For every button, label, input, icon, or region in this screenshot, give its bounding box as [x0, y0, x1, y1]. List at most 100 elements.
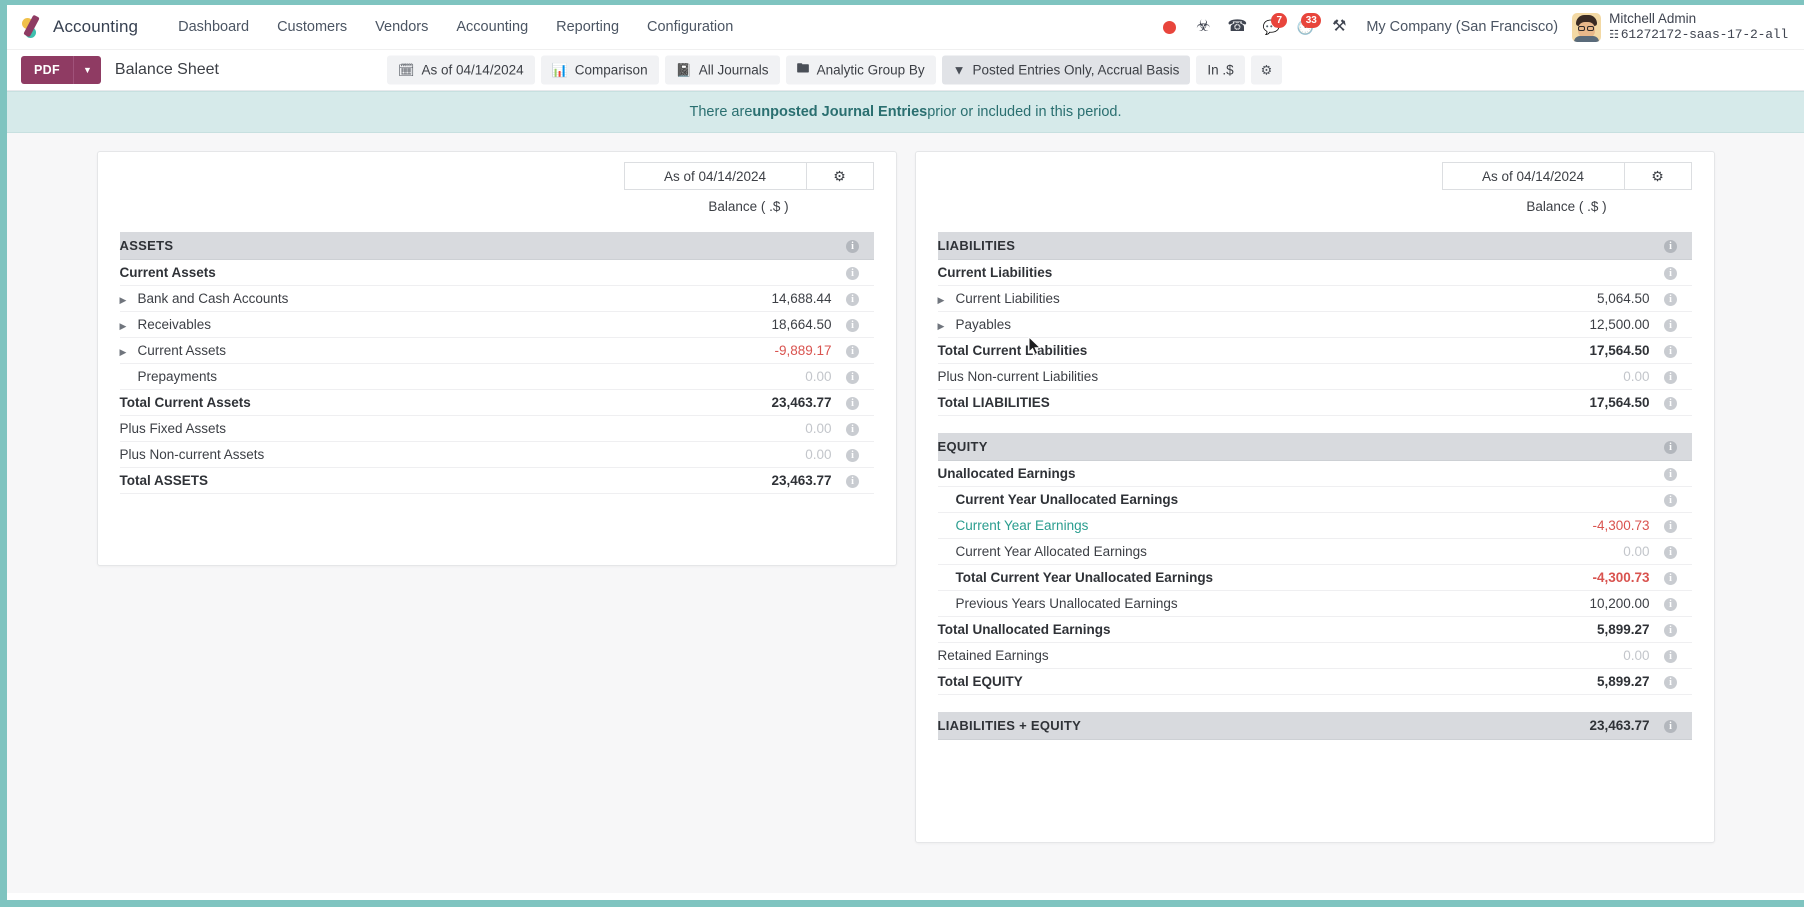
table-row: Total Unallocated Earnings5,899.27i [938, 616, 1692, 642]
info-icon[interactable]: i [1664, 546, 1677, 559]
filter-comparison[interactable]: 📊 Comparison [541, 56, 659, 85]
row-label-cell: Total Unallocated Earnings [938, 616, 1480, 642]
info-icon[interactable]: i [1664, 650, 1677, 663]
table-row[interactable]: ▶Bank and Cash Accounts14,688.44i [120, 285, 874, 311]
report-settings-button[interactable]: ⚙ [1251, 56, 1283, 85]
pdf-export-button[interactable]: PDF [21, 56, 73, 84]
company-switcher[interactable]: My Company (San Francisco) [1356, 19, 1572, 35]
info-icon[interactable]: i [1664, 319, 1677, 332]
row-label-cell[interactable]: ▶Bank and Cash Accounts [120, 285, 662, 311]
database-icon: ☷ [1609, 30, 1619, 42]
voip-button[interactable]: ☎ [1220, 12, 1254, 42]
info-icon[interactable]: i [1664, 720, 1677, 733]
user-menu[interactable]: Mitchell Admin ☷61272172-saas-17-2-all [1572, 11, 1790, 44]
row-label: Current Liabilities [956, 291, 1060, 306]
row-value-cell: 10,200.00 [1480, 590, 1650, 616]
info-icon[interactable]: i [1664, 293, 1677, 306]
row-info-cell: i [1650, 616, 1692, 642]
row-info-cell: i [1650, 564, 1692, 590]
table-row[interactable]: ▶Current Liabilities5,064.50i [938, 285, 1692, 311]
info-icon[interactable]: i [846, 371, 859, 384]
menu-item-customers[interactable]: Customers [263, 13, 361, 41]
table-row[interactable]: ▶Payables12,500.00i [938, 311, 1692, 337]
info-icon[interactable]: i [1664, 267, 1677, 280]
expand-caret-icon[interactable]: ▶ [120, 295, 134, 306]
row-label-cell[interactable]: ▶ Payables [938, 311, 1480, 337]
menu-item-accounting[interactable]: Accounting [442, 13, 542, 41]
table-row: Current Liabilitiesi [938, 259, 1692, 285]
messages-button[interactable]: 💬 7 [1254, 12, 1288, 42]
info-icon[interactable]: i [846, 240, 859, 253]
liabilities-column-options-button[interactable]: ⚙ [1625, 162, 1692, 190]
expand-caret-icon[interactable]: ▶ [938, 295, 952, 306]
assets-date-header: As of 04/14/2024 [624, 162, 807, 190]
table-spacer-row [938, 415, 1692, 433]
row-label-cell[interactable]: ▶Receivables [120, 311, 662, 337]
info-icon[interactable]: i [846, 319, 859, 332]
row-value-cell: 0.00 [662, 363, 832, 389]
info-icon[interactable]: i [846, 293, 859, 306]
app-brand[interactable]: Accounting [19, 15, 138, 39]
filter-journals[interactable]: 📓 All Journals [665, 56, 780, 85]
info-icon[interactable]: i [1664, 598, 1677, 611]
info-icon[interactable]: i [1664, 676, 1677, 689]
info-icon[interactable]: i [846, 345, 859, 358]
info-icon[interactable]: i [846, 423, 859, 436]
filter-currency[interactable]: In .$ [1196, 56, 1244, 85]
expand-caret-icon[interactable]: ▶ [120, 321, 134, 332]
alert-emphasis[interactable]: unposted Journal Entries [752, 104, 927, 120]
menu-item-configuration[interactable]: Configuration [633, 13, 747, 41]
info-icon[interactable]: i [1664, 345, 1677, 358]
row-value-cell [1480, 486, 1650, 512]
row-label-cell: Total LIABILITIES [938, 389, 1480, 415]
table-row: ▶Previous Years Unallocated Earnings10,2… [938, 590, 1692, 616]
export-dropdown-button[interactable]: ▼ [73, 56, 101, 84]
row-label[interactable]: Current Year Earnings [956, 518, 1089, 533]
row-label: Payables [956, 317, 1012, 332]
row-value-cell [1480, 232, 1650, 259]
filter-date[interactable]: 🗓 As of 04/14/2024 [387, 56, 535, 85]
info-icon[interactable]: i [1664, 240, 1677, 253]
filter-entries-label: Posted Entries Only, Accrual Basis [972, 63, 1179, 78]
row-info-cell: i [1650, 363, 1692, 389]
row-label-cell[interactable]: ▶Current Assets [120, 337, 662, 363]
filter-analytic-group[interactable]: 🖿 Analytic Group By [786, 56, 936, 85]
menu-item-dashboard[interactable]: Dashboard [164, 13, 263, 41]
menu-item-reporting[interactable]: Reporting [542, 13, 633, 41]
row-value-cell: 23,463.77 [662, 467, 832, 493]
assets-panel: As of 04/14/2024 ⚙ Balance ( .$ ) ASSETS… [97, 151, 897, 566]
info-icon[interactable]: i [1664, 371, 1677, 384]
row-info-cell: i [832, 441, 874, 467]
row-label-cell: Total EQUITY [938, 668, 1480, 694]
info-icon[interactable]: i [846, 449, 859, 462]
info-icon[interactable]: i [1664, 441, 1677, 454]
info-icon[interactable]: i [1664, 468, 1677, 481]
table-row: Retained Earnings0.00i [938, 642, 1692, 668]
debug-button[interactable]: ☣ [1186, 12, 1220, 42]
info-icon[interactable]: i [1664, 520, 1677, 533]
row-value-cell: 17,564.50 [1480, 389, 1650, 415]
record-dot-icon [1163, 21, 1176, 34]
activities-button[interactable]: 🕒 33 [1288, 12, 1322, 42]
table-row[interactable]: ▶Receivables18,664.50i [120, 311, 874, 337]
row-label: Previous Years Unallocated Earnings [956, 596, 1178, 611]
messages-count-badge: 7 [1271, 13, 1287, 28]
filter-entries-options[interactable]: ▼ Posted Entries Only, Accrual Basis [942, 56, 1191, 85]
info-icon[interactable]: i [846, 475, 859, 488]
expand-caret-icon[interactable]: ▶ [938, 321, 952, 332]
row-label-cell[interactable]: ▶ Current Liabilities [938, 285, 1480, 311]
expand-caret-icon[interactable]: ▶ [120, 347, 134, 358]
menu-item-vendors[interactable]: Vendors [361, 13, 442, 41]
record-button[interactable] [1152, 12, 1186, 42]
info-icon[interactable]: i [846, 267, 859, 280]
assets-column-options-button[interactable]: ⚙ [807, 162, 874, 190]
info-icon[interactable]: i [1664, 572, 1677, 585]
info-icon[interactable]: i [1664, 494, 1677, 507]
info-icon[interactable]: i [1664, 624, 1677, 637]
book-icon: 📓 [676, 62, 692, 78]
table-row[interactable]: ▶Current Assets-9,889.17i [120, 337, 874, 363]
tools-button[interactable]: ⚒ [1322, 12, 1356, 42]
info-icon[interactable]: i [846, 397, 859, 410]
info-icon[interactable]: i [1664, 397, 1677, 410]
window-bottom-edge [0, 900, 1804, 907]
